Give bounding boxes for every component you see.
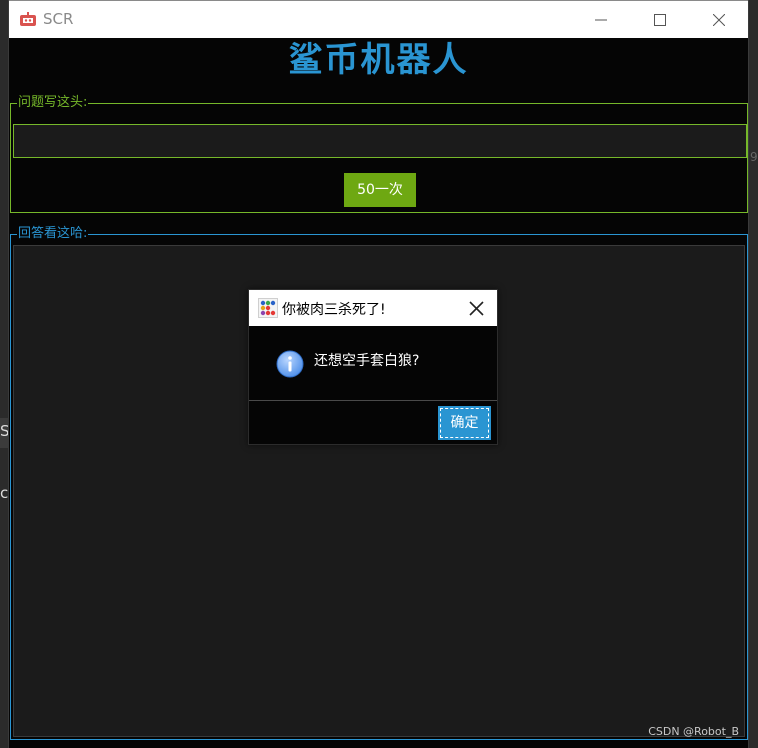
- background-text-fragment: c: [0, 484, 9, 502]
- question-group-legend: 问题写这头:: [17, 95, 89, 111]
- close-button[interactable]: [697, 6, 741, 34]
- question-input[interactable]: [13, 124, 747, 158]
- dialog-close-icon[interactable]: [467, 299, 487, 319]
- question-group: 问题写这头: 50一次: [10, 95, 748, 213]
- app-heading: 鲨币机器人: [288, 40, 469, 80]
- answer-group-legend: 回答看这哈:: [17, 226, 89, 242]
- dialog-title: 你被肉三杀死了!: [282, 302, 386, 318]
- app-icon: [19, 12, 37, 28]
- window-titlebar[interactable]: SCR: [9, 0, 748, 38]
- maximize-button[interactable]: [638, 6, 682, 34]
- info-icon: [276, 350, 304, 378]
- dialog-titlebar[interactable]: 你被肉三杀死了!: [249, 290, 497, 326]
- dialog-app-icon: [258, 298, 278, 318]
- ok-button[interactable]: 确定: [438, 406, 491, 440]
- background-text-fragment: 9: [750, 150, 758, 164]
- window-title: SCR: [43, 10, 74, 28]
- watermark: CSDN @Robot_B: [648, 725, 739, 738]
- message-dialog: 你被肉三杀死了! 还想空手套白狼? 确定: [248, 289, 498, 445]
- focus-ring: [440, 408, 489, 438]
- dialog-separator: [249, 400, 497, 401]
- dialog-message: 还想空手套白狼?: [314, 353, 420, 369]
- minimize-button[interactable]: [579, 6, 623, 34]
- send-button[interactable]: 50一次: [344, 173, 416, 207]
